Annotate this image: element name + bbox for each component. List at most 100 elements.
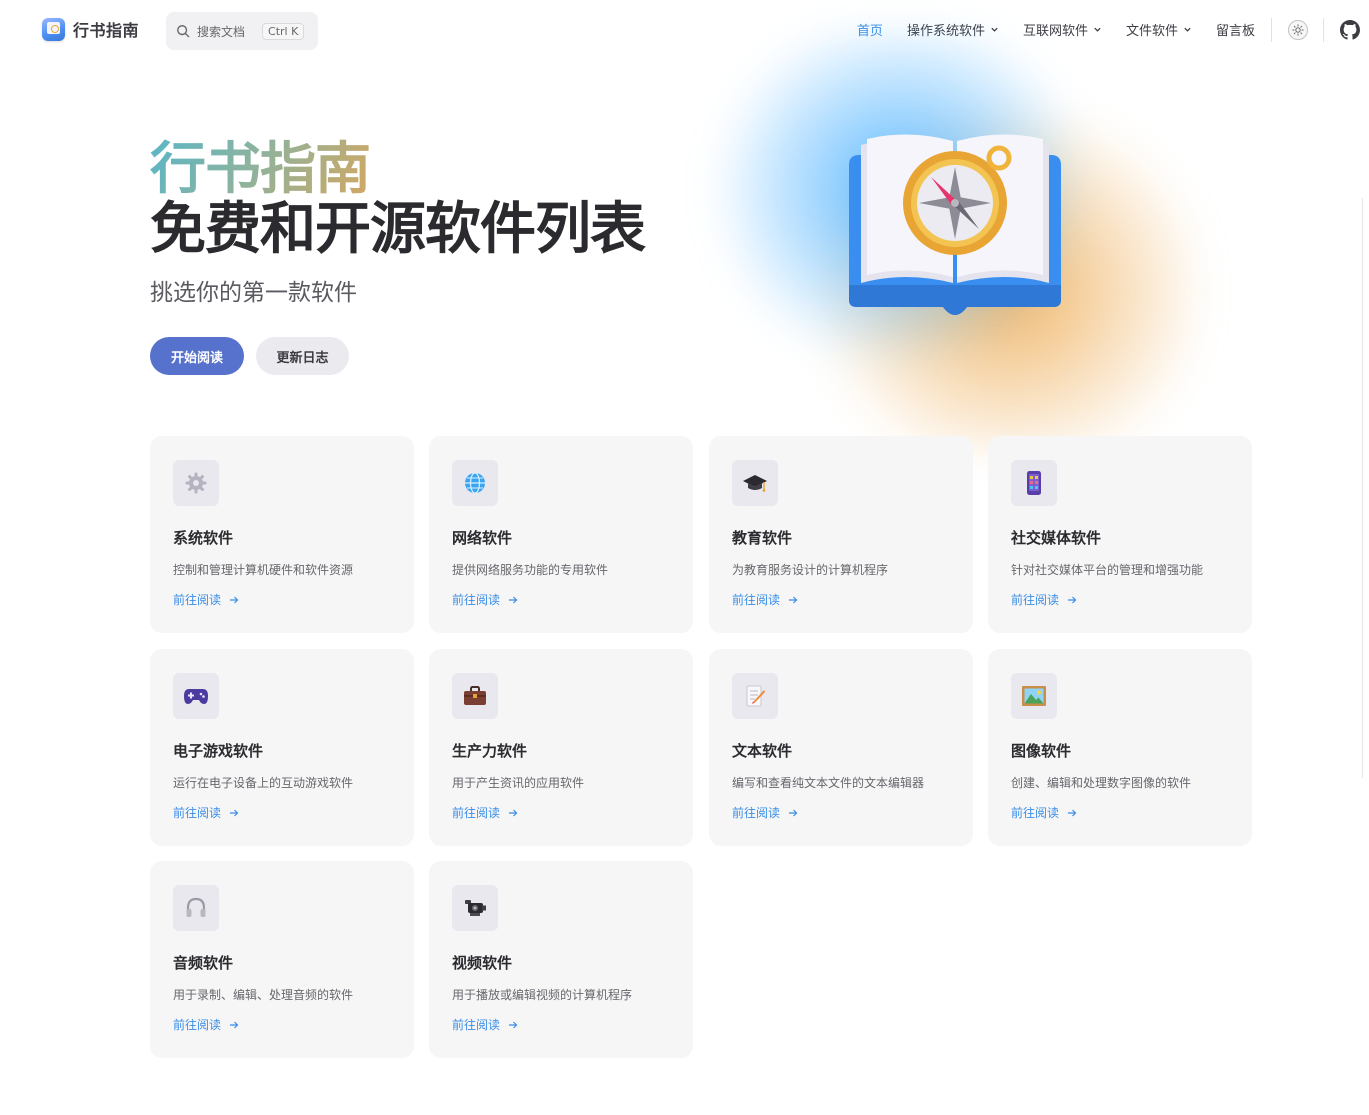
feature-description: 运行在电子设备上的互动游戏软件 bbox=[173, 776, 354, 790]
start-reading-button[interactable]: 开始阅读 bbox=[150, 337, 244, 375]
sun-icon bbox=[1292, 24, 1304, 36]
feature-link-label: 前往阅读 bbox=[173, 593, 222, 607]
feature-card-network[interactable]: 网络软件 提供网络服务功能的专用软件 前往阅读 bbox=[429, 436, 693, 633]
picture-icon bbox=[1022, 686, 1046, 706]
feature-card-productivity[interactable]: 生产力软件 用于产生资讯的应用软件 前往阅读 bbox=[429, 649, 693, 846]
arrow-right-icon bbox=[1068, 809, 1077, 816]
feature-card-text[interactable]: 文本软件 编写和查看纯文本文件的文本编辑器 前往阅读 bbox=[709, 649, 973, 846]
feature-read-link[interactable]: 前往阅读 bbox=[1011, 591, 1229, 608]
memo-icon bbox=[746, 685, 765, 707]
feature-description: 编写和查看纯文本文件的文本编辑器 bbox=[732, 776, 925, 790]
feature-link-label: 前往阅读 bbox=[732, 593, 781, 607]
feature-description: 针对社交媒体平台的管理和增强功能 bbox=[1011, 563, 1204, 577]
gamepad-icon bbox=[184, 689, 208, 704]
github-icon[interactable] bbox=[1340, 20, 1360, 40]
feature-title: 音频软件 bbox=[173, 954, 234, 972]
search-placeholder: 搜索文档 bbox=[197, 24, 246, 39]
feature-card-system[interactable]: 系统软件 控制和管理计算机硬件和软件资源 前往阅读 bbox=[150, 436, 414, 633]
feature-description: 用于播放或编辑视频的计算机程序 bbox=[452, 988, 633, 1002]
briefcase-icon bbox=[464, 686, 486, 705]
feature-card-education[interactable]: 教育软件 为教育服务设计的计算机程序 前往阅读 bbox=[709, 436, 973, 633]
search-shortcut-key: Ctrl K bbox=[262, 22, 305, 40]
feature-title: 视频软件 bbox=[452, 954, 513, 972]
feature-icon-box bbox=[732, 460, 778, 506]
feature-description: 提供网络服务功能的专用软件 bbox=[452, 563, 609, 577]
search-icon bbox=[177, 25, 190, 38]
feature-description: 用于录制、编辑、处理音频的软件 bbox=[173, 988, 354, 1002]
feature-title: 社交媒体软件 bbox=[1011, 529, 1102, 547]
feature-read-link[interactable]: 前往阅读 bbox=[173, 1016, 391, 1033]
book-compass-hero-icon bbox=[849, 134, 1061, 315]
hero-heading: 免费和开源软件列表 bbox=[150, 197, 646, 262]
feature-icon-box bbox=[452, 673, 498, 719]
feature-read-link[interactable]: 前往阅读 bbox=[173, 591, 391, 608]
arrow-right-icon bbox=[230, 1021, 239, 1028]
search-button[interactable]: 搜索文档 Ctrl K bbox=[166, 12, 318, 50]
feature-link-label: 前往阅读 bbox=[173, 806, 222, 820]
feature-link-label: 前往阅读 bbox=[1011, 593, 1060, 607]
feature-title: 电子游戏软件 bbox=[173, 742, 264, 760]
feature-description: 用于产生资讯的应用软件 bbox=[452, 776, 585, 790]
page-scrollbar[interactable] bbox=[1362, 198, 1369, 778]
nav-divider bbox=[1271, 18, 1272, 42]
arrow-right-icon bbox=[789, 596, 798, 603]
feature-link-label: 前往阅读 bbox=[452, 806, 501, 820]
feature-description: 控制和管理计算机硬件和软件资源 bbox=[173, 563, 354, 577]
feature-link-label: 前往阅读 bbox=[173, 1018, 222, 1032]
feature-link-label: 前往阅读 bbox=[732, 806, 781, 820]
feature-icon-box bbox=[173, 460, 219, 506]
graduation-cap-icon bbox=[743, 475, 767, 492]
feature-icon-box bbox=[173, 885, 219, 931]
feature-read-link[interactable]: 前往阅读 bbox=[732, 591, 950, 608]
nav-divider bbox=[1323, 18, 1324, 42]
feature-icon-box bbox=[173, 673, 219, 719]
feature-link-label: 前往阅读 bbox=[452, 1018, 501, 1032]
feature-card-video[interactable]: 视频软件 用于播放或编辑视频的计算机程序 前往阅读 bbox=[429, 861, 693, 1058]
brand-home-link[interactable]: 行书指南 bbox=[42, 17, 139, 41]
feature-card-video-games[interactable]: 电子游戏软件 运行在电子设备上的互动游戏软件 前往阅读 bbox=[150, 649, 414, 846]
feature-link-label: 前往阅读 bbox=[452, 593, 501, 607]
gear-icon bbox=[185, 472, 207, 494]
hero-name: 行书指南 bbox=[150, 137, 371, 202]
feature-title: 生产力软件 bbox=[452, 742, 528, 760]
feature-icon-box bbox=[1011, 673, 1057, 719]
feature-description: 创建、编辑和处理数字图像的软件 bbox=[1011, 776, 1192, 790]
changelog-button[interactable]: 更新日志 bbox=[256, 337, 349, 375]
phone-icon bbox=[1027, 471, 1041, 495]
feature-icon-box bbox=[452, 460, 498, 506]
feature-read-link[interactable]: 前往阅读 bbox=[173, 804, 391, 821]
feature-card-social-media[interactable]: 社交媒体软件 针对社交媒体平台的管理和增强功能 前往阅读 bbox=[988, 436, 1252, 633]
feature-link-label: 前往阅读 bbox=[1011, 806, 1060, 820]
arrow-right-icon bbox=[1068, 596, 1077, 603]
theme-toggle-switch[interactable] bbox=[1288, 20, 1308, 40]
feature-title: 系统软件 bbox=[173, 529, 234, 547]
nav-item-guestbook[interactable]: 留言板 bbox=[1216, 20, 1255, 39]
arrow-right-icon bbox=[509, 596, 518, 603]
feature-icon-box bbox=[732, 673, 778, 719]
feature-card-audio[interactable]: 音频软件 用于录制、编辑、处理音频的软件 前往阅读 bbox=[150, 861, 414, 1058]
feature-title: 网络软件 bbox=[452, 529, 513, 547]
projector-icon bbox=[465, 900, 486, 916]
arrow-right-icon bbox=[509, 1021, 518, 1028]
book-compass-logo-icon bbox=[42, 17, 65, 41]
feature-read-link[interactable]: 前往阅读 bbox=[452, 804, 670, 821]
brand-name: 行书指南 bbox=[73, 21, 140, 40]
feature-icon-box bbox=[1011, 460, 1057, 506]
arrow-right-icon bbox=[230, 809, 239, 816]
feature-title: 教育软件 bbox=[732, 529, 793, 547]
nav-item-label: 留言板 bbox=[1215, 24, 1255, 39]
arrow-right-icon bbox=[230, 596, 239, 603]
feature-title: 图像软件 bbox=[1011, 742, 1072, 760]
headphones-icon bbox=[186, 897, 206, 917]
feature-read-link[interactable]: 前往阅读 bbox=[452, 591, 670, 608]
feature-read-link[interactable]: 前往阅读 bbox=[732, 804, 950, 821]
arrow-right-icon bbox=[789, 809, 798, 816]
feature-title: 文本软件 bbox=[732, 742, 793, 760]
arrow-right-icon bbox=[509, 809, 518, 816]
feature-description: 为教育服务设计的计算机程序 bbox=[732, 563, 889, 577]
feature-icon-box bbox=[452, 885, 498, 931]
feature-read-link[interactable]: 前往阅读 bbox=[452, 1016, 670, 1033]
feature-read-link[interactable]: 前往阅读 bbox=[1011, 804, 1229, 821]
hero-tagline: 挑选你的第一款软件 bbox=[150, 280, 357, 306]
feature-card-image[interactable]: 图像软件 创建、编辑和处理数字图像的软件 前往阅读 bbox=[988, 649, 1252, 846]
